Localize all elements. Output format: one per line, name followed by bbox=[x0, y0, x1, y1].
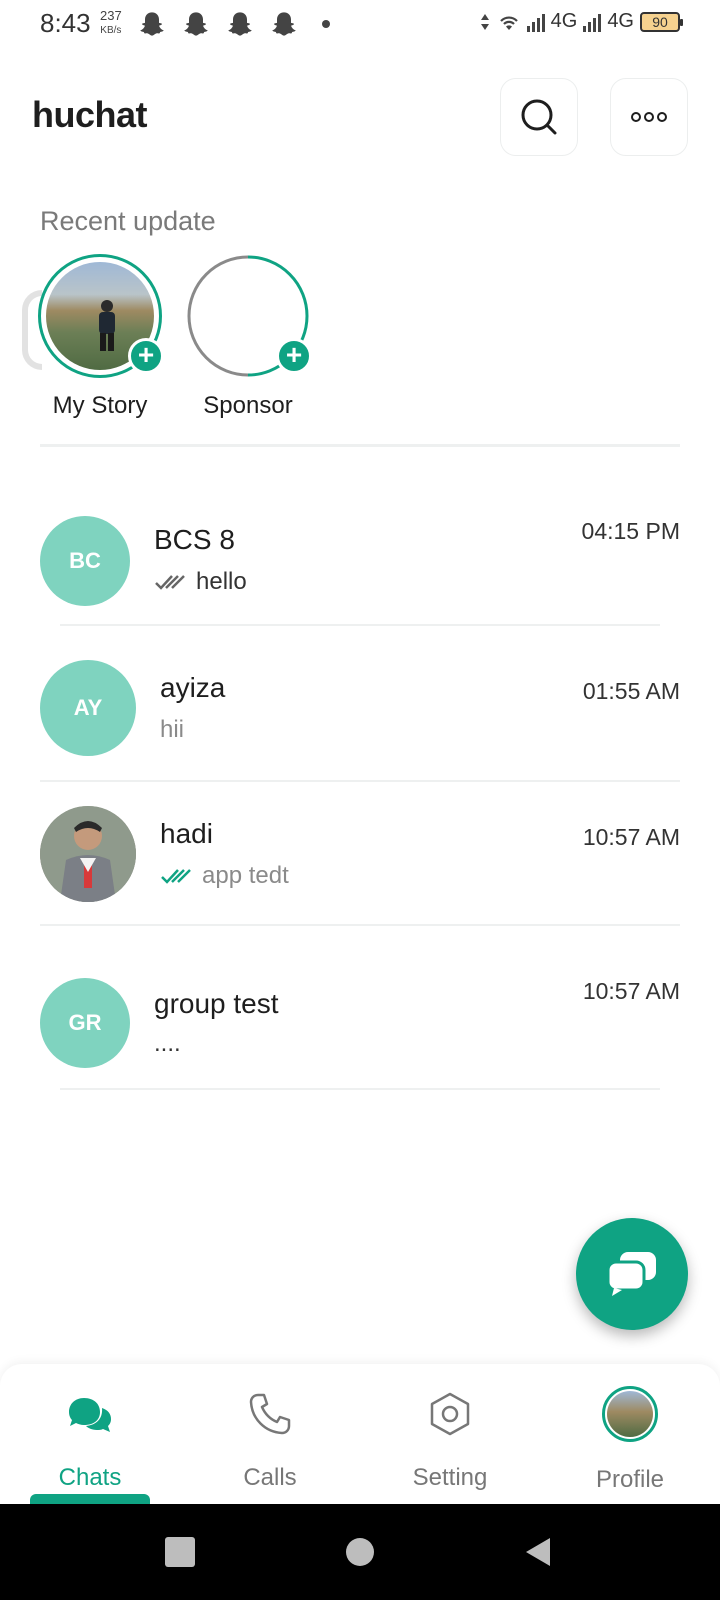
status-bar: 8:43 237 KB/s 4G 4G 90 bbox=[0, 0, 720, 50]
settings-icon bbox=[422, 1386, 478, 1442]
chat-divider bbox=[40, 924, 680, 926]
network-type-2: 4G bbox=[607, 10, 634, 32]
system-indicators: 4G 4G 90 bbox=[479, 10, 683, 33]
signal-icon bbox=[583, 12, 602, 32]
more-horizontal-icon bbox=[631, 112, 667, 122]
bottom-navigation: Chats Calls Setting Profile bbox=[0, 1364, 720, 1504]
chat-divider bbox=[60, 624, 660, 626]
add-story-icon[interactable]: + bbox=[128, 338, 164, 374]
active-tab-indicator bbox=[30, 1494, 150, 1504]
nav-calls[interactable]: Calls bbox=[180, 1364, 360, 1504]
status-time: 8:43 bbox=[40, 8, 91, 38]
nav-label: Setting bbox=[412, 1464, 488, 1491]
chats-icon bbox=[62, 1386, 118, 1442]
snapchat-icon bbox=[272, 12, 296, 36]
network-speed-value: 237 bbox=[100, 8, 122, 23]
chat-name: hadi bbox=[160, 818, 213, 849]
chat-item-bcs8[interactable]: BC BCS 8 hello 04:15 PM bbox=[0, 510, 720, 626]
chat-message-text: .... bbox=[154, 1030, 181, 1057]
more-options-button[interactable] bbox=[610, 78, 688, 156]
chat-item-group-test[interactable]: GR group test .... 10:57 AM bbox=[0, 976, 720, 1096]
nav-label: Profile bbox=[595, 1466, 665, 1493]
chat-last-message: hello bbox=[154, 568, 247, 596]
nav-profile[interactable]: Profile bbox=[540, 1364, 720, 1504]
sponsor-story-item[interactable]: + bbox=[186, 254, 312, 378]
nav-label: Calls bbox=[243, 1464, 297, 1491]
chat-time: 04:15 PM bbox=[581, 518, 680, 544]
chat-last-message: hii bbox=[160, 716, 184, 744]
nav-chats[interactable]: Chats bbox=[0, 1364, 180, 1504]
my-story-item[interactable]: + bbox=[38, 254, 164, 378]
app-title: huchat bbox=[32, 94, 148, 135]
battery-icon: 90 bbox=[640, 11, 683, 32]
signal-icon bbox=[526, 12, 545, 32]
story-name: My Story bbox=[52, 392, 148, 419]
new-chat-icon bbox=[606, 1252, 656, 1296]
recent-update-heading: Recent update bbox=[40, 206, 216, 236]
chat-item-ayiza[interactable]: AY ayiza hii 01:55 AM bbox=[0, 660, 720, 782]
nav-setting[interactable]: Setting bbox=[360, 1364, 540, 1504]
chat-avatar-photo bbox=[40, 806, 136, 902]
chat-last-message: .... bbox=[154, 1030, 181, 1058]
system-navigation-bar bbox=[0, 1504, 720, 1600]
chat-divider bbox=[60, 1088, 660, 1090]
chat-avatar: BC bbox=[40, 516, 130, 606]
chat-time: 10:57 AM bbox=[582, 978, 680, 1004]
search-icon bbox=[521, 99, 557, 135]
back-icon[interactable] bbox=[522, 1536, 554, 1568]
chat-last-message: app tedt bbox=[160, 862, 289, 890]
chat-message-text: hii bbox=[160, 716, 185, 743]
network-speed: 237 KB/s bbox=[100, 8, 122, 38]
person-silhouette bbox=[98, 299, 115, 351]
chat-divider bbox=[40, 780, 680, 782]
double-check-icon bbox=[155, 575, 185, 590]
person-photo bbox=[40, 806, 136, 902]
search-button[interactable] bbox=[500, 78, 578, 156]
chat-avatar: GR bbox=[40, 978, 130, 1068]
section-divider bbox=[40, 444, 680, 447]
chat-name: group test bbox=[154, 988, 279, 1019]
notification-icons bbox=[138, 10, 298, 38]
chat-time: 01:55 AM bbox=[582, 678, 680, 704]
recent-apps-icon[interactable] bbox=[164, 1536, 196, 1568]
chat-message-text: hello bbox=[196, 568, 247, 595]
chat-time: 10:57 AM bbox=[582, 824, 680, 850]
chat-message-text: app tedt bbox=[202, 862, 289, 889]
chat-item-hadi[interactable]: hadi app tedt 10:57 AM bbox=[0, 806, 720, 926]
chat-name: ayiza bbox=[160, 672, 226, 703]
nav-label: Chats bbox=[58, 1464, 122, 1491]
network-type-1: 4G bbox=[550, 10, 578, 32]
story-name: Sponsor bbox=[203, 392, 293, 419]
more-notifications-dot bbox=[322, 20, 330, 28]
network-speed-unit: KB/s bbox=[100, 25, 122, 36]
new-chat-button[interactable] bbox=[576, 1218, 688, 1330]
data-arrows-icon bbox=[480, 13, 489, 30]
snapchat-icon bbox=[184, 12, 208, 36]
snapchat-icon bbox=[228, 12, 252, 36]
chat-name: BCS 8 bbox=[154, 524, 235, 555]
chat-avatar: AY bbox=[40, 660, 136, 756]
wifi-icon bbox=[499, 16, 518, 30]
profile-avatar-icon bbox=[602, 1386, 658, 1442]
home-icon[interactable] bbox=[344, 1536, 376, 1568]
phone-icon bbox=[242, 1386, 298, 1442]
add-story-icon[interactable]: + bbox=[276, 338, 312, 374]
snapchat-icon bbox=[140, 12, 164, 36]
double-check-read-icon bbox=[161, 869, 191, 884]
